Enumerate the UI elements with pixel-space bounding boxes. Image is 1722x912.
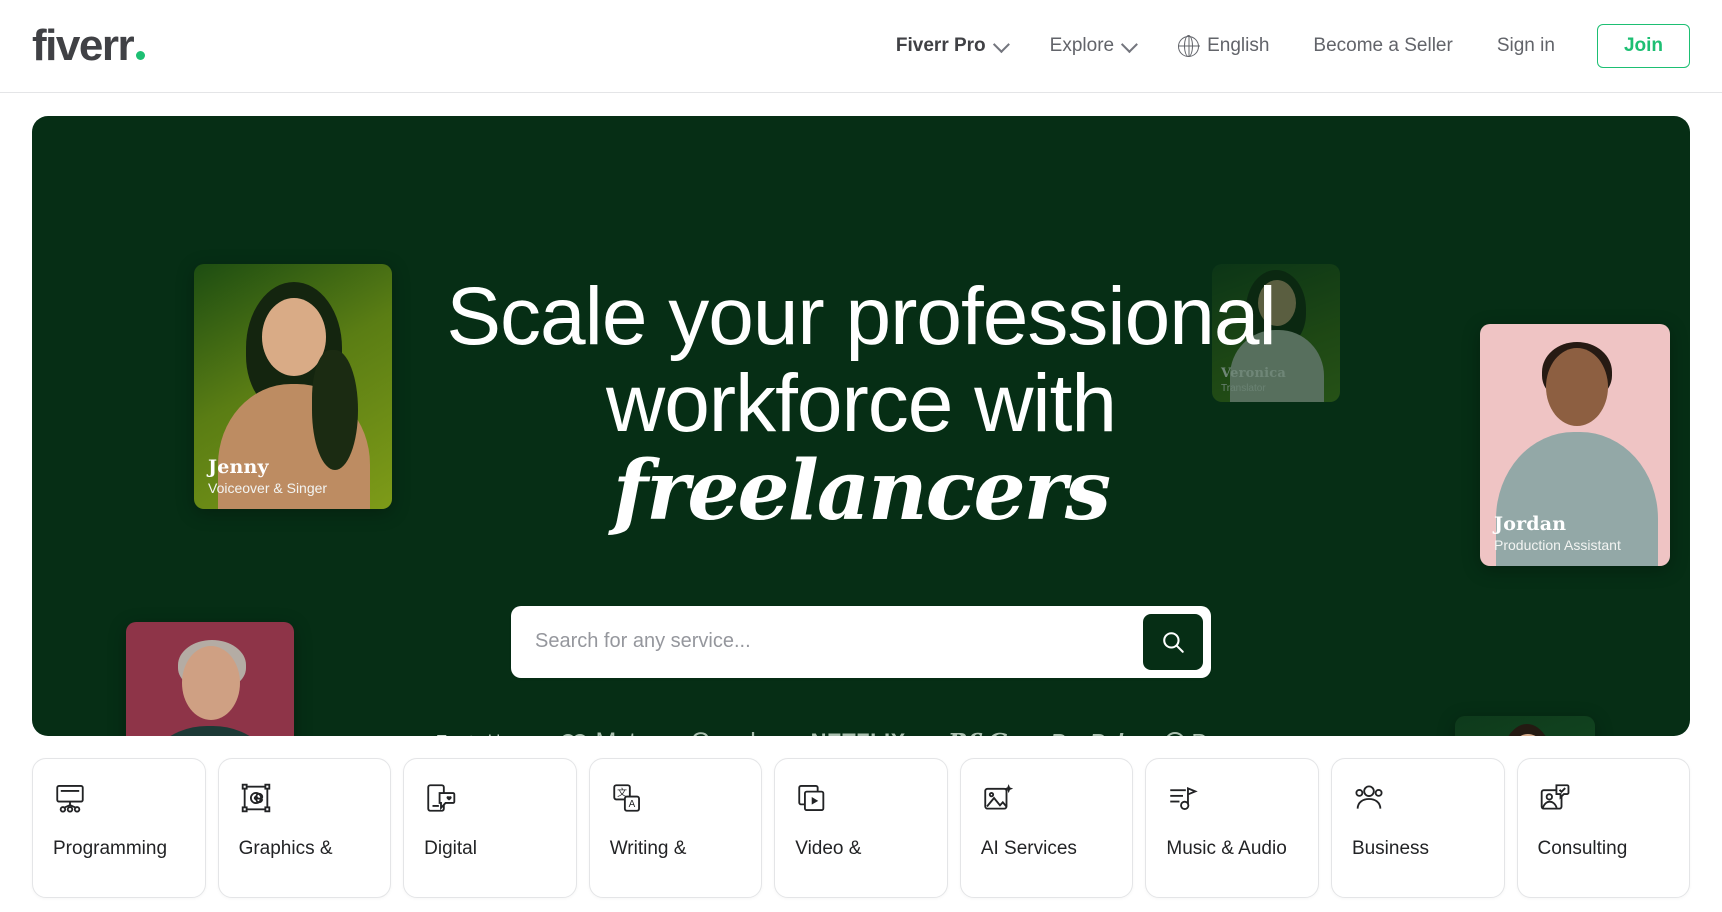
search-input[interactable] <box>519 616 1143 668</box>
category-card-graphics-design[interactable]: Graphics & <box>217 758 392 898</box>
fiverr-logo[interactable]: fiverr <box>32 21 146 70</box>
globe-icon <box>1178 34 1200 58</box>
header-nav: Fiverr Pro Explore English Become a Sell… <box>874 24 1690 68</box>
category-card-writing-translation[interactable]: 文 A Writing & <box>588 758 763 898</box>
nav-item-label: Sign in <box>1496 35 1555 56</box>
category-card-programming[interactable]: Programming <box>32 758 206 898</box>
hero-banner: Jenny Voiceover & Singer Veronica Transl… <box>32 116 1690 736</box>
category-label: Programming <box>53 838 168 859</box>
logo-text: fiverr <box>32 21 135 70</box>
hero-headline: Scale your professional workforce with f… <box>361 271 1361 539</box>
category-card-ai-services[interactable]: AI Services <box>959 758 1134 898</box>
category-card-video-animation[interactable]: Video & <box>774 758 948 898</box>
brand-logo-meta: Meta <box>560 728 650 736</box>
category-card-business[interactable]: Business <box>1330 758 1505 898</box>
business-icon <box>1352 781 1484 815</box>
hero-section-wrapper: Jenny Voiceover & Singer Veronica Transl… <box>0 93 1722 736</box>
category-label: Consulting <box>1537 838 1628 859</box>
chevron-down-icon <box>1121 36 1138 54</box>
nav-item-fiverr-pro[interactable]: Fiverr Pro <box>874 35 1028 57</box>
brand-logo-netflix: NETFLIX <box>811 729 906 736</box>
trusted-by-label: Trusted by: <box>437 733 519 736</box>
brand-logo-google: Google <box>691 728 769 736</box>
category-card-digital-marketing[interactable]: Digital <box>403 758 577 898</box>
nav-item-label: Fiverr Pro <box>895 35 986 56</box>
category-label: Business <box>1351 838 1430 859</box>
nav-item-sign-in[interactable]: Sign in <box>1475 35 1577 57</box>
nav-item-label: English <box>1207 35 1270 56</box>
category-label: Graphics & <box>238 838 333 859</box>
site-header: fiverr Fiverr Pro Explore English Become… <box>0 0 1722 93</box>
join-button[interactable]: Join <box>1596 24 1690 68</box>
meta-infinity-icon <box>560 733 589 736</box>
category-label: Music & Audio <box>1166 838 1287 859</box>
music-audio-icon <box>1166 781 1298 815</box>
hero-content: Scale your professional workforce with f… <box>32 271 1690 736</box>
svg-text:A: A <box>628 799 635 810</box>
category-card-music-audio[interactable]: Music & Audio <box>1145 758 1319 898</box>
programming-icon <box>53 781 185 815</box>
category-label: AI Services <box>980 838 1077 859</box>
graphics-design-icon <box>239 781 371 815</box>
nav-item-language[interactable]: English <box>1156 34 1291 58</box>
brand-logo-payoneer: Payoneer <box>1164 729 1286 736</box>
consulting-icon <box>1538 781 1670 815</box>
search-button[interactable] <box>1143 613 1203 670</box>
category-card-row: Programming Graphics & Digital 文 A Writi… <box>0 736 1722 898</box>
category-card-consulting[interactable]: Consulting <box>1516 758 1691 898</box>
nav-item-explore[interactable]: Explore <box>1028 35 1156 57</box>
payoneer-ring-icon <box>1164 732 1185 736</box>
video-animation-icon <box>795 781 927 815</box>
brand-logo-pg: P&G <box>948 728 1008 736</box>
category-label: Writing & <box>609 838 687 859</box>
nav-item-label: Explore <box>1049 35 1115 56</box>
logo-dot-icon <box>136 51 146 60</box>
search-icon <box>1163 631 1184 653</box>
chevron-down-icon <box>992 36 1010 54</box>
hero-search-bar <box>511 605 1211 678</box>
nav-item-become-a-seller[interactable]: Become a Seller <box>1291 35 1474 57</box>
headline-text: Scale your professional workforce with <box>446 271 1276 449</box>
ai-services-icon <box>981 781 1113 815</box>
trusted-by-row: Trusted by: Meta Google NETFLIX P&G PayP… <box>437 728 1286 736</box>
digital-marketing-icon <box>424 781 556 815</box>
brand-label: Payoneer <box>1192 729 1286 736</box>
brand-logo-paypal: PayPal <box>1050 729 1123 736</box>
category-label: Video & <box>795 838 862 859</box>
brand-label: Meta <box>595 728 649 736</box>
headline-italic-word: freelancers <box>612 442 1111 539</box>
writing-translation-icon: 文 A <box>610 781 742 815</box>
category-label: Digital <box>424 838 477 859</box>
nav-item-label: Become a Seller <box>1313 35 1453 56</box>
